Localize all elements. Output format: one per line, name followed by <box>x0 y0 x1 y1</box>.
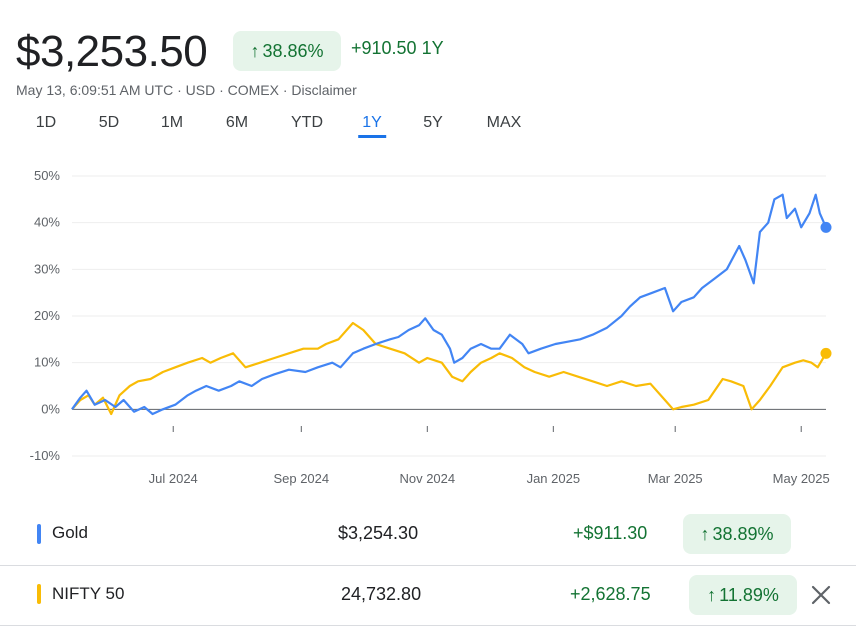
y-tick-label: 30% <box>34 261 60 276</box>
change-absolute: +910.50 1Y <box>351 38 444 58</box>
current-price: $3,253.50 <box>16 27 208 76</box>
y-tick-label: 10% <box>34 355 60 370</box>
comparison-row-gold[interactable]: Gold $3,254.30 +$911.30 ↑ 38.89% <box>0 504 856 562</box>
series-value: 24,732.80 <box>341 584 422 604</box>
gold-series-line <box>71 193 828 416</box>
tab-ytd[interactable]: YTD <box>287 114 327 138</box>
change-percent-chip: ↑ 38.86% <box>233 31 341 71</box>
tab-5d[interactable]: 5D <box>95 114 123 138</box>
tab-max[interactable]: MAX <box>483 114 526 138</box>
range-tabs: 1D 5D 1M 6M YTD 1Y 5Y MAX <box>0 114 600 140</box>
tab-1y[interactable]: 1Y <box>358 114 386 138</box>
nifty-endpoint-marker <box>820 347 832 359</box>
y-tick-label: 0% <box>41 401 60 416</box>
arrow-up-icon: ↑ <box>700 523 710 544</box>
nifty-series-line <box>71 321 827 416</box>
x-tick-label: Sep 2024 <box>273 471 329 486</box>
tab-5y[interactable]: 5Y <box>419 114 447 138</box>
series-color-swatch <box>37 584 41 604</box>
row-divider <box>0 625 856 626</box>
tab-6m[interactable]: 6M <box>222 114 252 138</box>
price-comparison-chart: 50% 40% 30% 20% 10% 0% -10% Jul 2024 Sep 2024 Nov… <box>30 168 832 486</box>
y-tick-label: 50% <box>34 168 60 183</box>
x-tick-label: Mar 2025 <box>648 471 703 486</box>
close-icon[interactable] <box>808 582 834 608</box>
series-name: Gold <box>52 523 88 542</box>
series-change-abs: +2,628.75 <box>570 584 651 604</box>
y-tick-label: 20% <box>34 308 60 323</box>
series-value: $3,254.30 <box>338 523 419 543</box>
tab-1m[interactable]: 1M <box>157 114 187 138</box>
change-percent-value: 38.86% <box>262 40 324 61</box>
gold-endpoint-marker <box>820 221 832 233</box>
series-change-chip: ↑ 11.89% <box>689 575 797 615</box>
x-tick-label: Jul 2024 <box>149 471 198 486</box>
comparison-row-nifty[interactable]: NIFTY 50 24,732.80 +2,628.75 ↑ 11.89% <box>0 565 856 626</box>
series-name: NIFTY 50 <box>52 584 125 603</box>
x-tick-label: Jan 2025 <box>527 471 581 486</box>
series-color-swatch <box>37 524 41 544</box>
series-change-pct: 11.89% <box>719 584 779 605</box>
x-tick-label: May 2025 <box>773 471 830 486</box>
y-tick-label: -10% <box>30 448 61 463</box>
arrow-up-icon: ↑ <box>707 584 717 605</box>
arrow-up-icon: ↑ <box>250 40 260 61</box>
x-tick-label: Nov 2024 <box>399 471 455 486</box>
series-change-pct: 38.89% <box>712 523 774 544</box>
quote-meta: May 13, 6:09:51 AM UTC · USD · COMEX · D… <box>16 82 357 98</box>
tab-1d[interactable]: 1D <box>32 114 60 138</box>
series-change-chip: ↑ 38.89% <box>683 514 791 554</box>
y-tick-label: 40% <box>34 215 60 230</box>
series-change-abs: +$911.30 <box>573 523 648 543</box>
